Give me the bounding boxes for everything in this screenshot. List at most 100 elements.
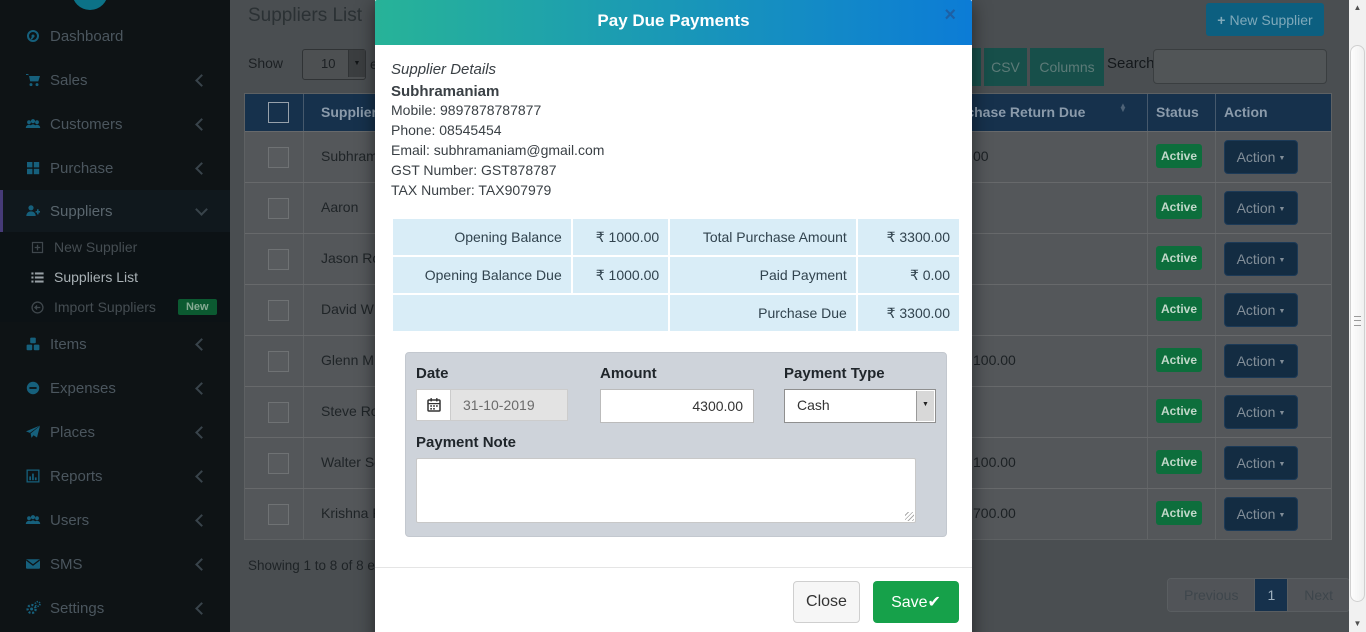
caret-down-icon: ▼ <box>1278 257 1285 264</box>
sidebar-nav: DashboardSalesCustomersPurchase Suppliers… <box>0 14 230 630</box>
list-icon <box>30 270 45 285</box>
row-checkbox[interactable] <box>268 198 289 219</box>
purchase-return-due-cell: 100.00 <box>973 454 1016 470</box>
scrollbar-grip-icon <box>1354 316 1361 326</box>
search-input[interactable] <box>1153 49 1327 84</box>
sidebar-item-new-supplier[interactable]: New Supplier <box>0 232 230 262</box>
balance-empty-cell <box>393 295 668 331</box>
row-checkbox[interactable] <box>268 504 289 525</box>
pagination-next[interactable]: Next <box>1287 579 1349 611</box>
plus-square-icon <box>30 240 45 255</box>
items-icon <box>25 336 41 352</box>
supplier-detail-line: Phone: 08545454 <box>391 120 957 140</box>
paper-plane-icon <box>25 424 41 440</box>
sidebar-item-label: Reports <box>50 468 103 485</box>
action-dropdown-button[interactable]: Action▼ <box>1224 242 1298 276</box>
action-dropdown-button[interactable]: Action▼ <box>1224 344 1298 378</box>
action-dropdown-button[interactable]: Action▼ <box>1224 191 1298 225</box>
sidebar-item-customers[interactable]: Customers <box>0 102 230 146</box>
sidebar-item-label: Suppliers <box>50 203 113 220</box>
calendar-icon[interactable] <box>416 389 450 421</box>
pagination-previous[interactable]: Previous <box>1168 579 1254 611</box>
pagination: Previous 1 Next <box>1167 578 1350 612</box>
suppliers-submenu: New SupplierSuppliers ListImport Supplie… <box>0 232 230 322</box>
purchase-icon <box>25 160 41 176</box>
payment-note-textarea[interactable] <box>416 458 916 523</box>
row-checkbox[interactable] <box>268 147 289 168</box>
scroll-up-icon[interactable]: ▲ <box>1349 0 1366 16</box>
save-button[interactable]: Save✔ <box>873 581 959 623</box>
payment-form-panel: Date 31-10-2019 Amount Payment T <box>405 352 947 537</box>
action-dropdown-button[interactable]: Action▼ <box>1224 395 1298 429</box>
payment-type-value: Cash <box>797 397 830 413</box>
chevron-left-icon <box>195 118 208 131</box>
action-dropdown-button[interactable]: Action▼ <box>1224 497 1298 531</box>
date-field[interactable]: 31-10-2019 <box>450 389 568 421</box>
chevron-left-icon <box>195 338 208 351</box>
search-label: Search: <box>1107 55 1159 72</box>
new-supplier-button[interactable]: +New Supplier <box>1206 3 1324 36</box>
sidebar-item-label: New Supplier <box>54 239 137 255</box>
page-scrollbar[interactable]: ▲ ▼ <box>1349 0 1366 632</box>
payment-type-select[interactable]: Cash ▼ <box>784 389 936 423</box>
sidebar-item-users[interactable]: Users <box>0 498 230 542</box>
status-badge: Active <box>1156 399 1202 423</box>
row-checkbox[interactable] <box>268 402 289 423</box>
action-dropdown-button[interactable]: Action▼ <box>1224 446 1298 480</box>
status-badge: Active <box>1156 297 1202 321</box>
amount-field[interactable] <box>600 389 754 423</box>
supplier-detail-line: TAX Number: TAX907979 <box>391 180 957 200</box>
app-root: DashboardSalesCustomersPurchase Suppliers… <box>0 0 1366 632</box>
import-icon <box>30 300 45 315</box>
sidebar-item-sms[interactable]: SMS <box>0 542 230 586</box>
row-checkbox[interactable] <box>268 300 289 321</box>
opening-balance-value: ₹ 1000.00 <box>573 219 668 255</box>
close-button[interactable]: Close <box>793 581 860 623</box>
total-purchase-label: Total Purchase Amount <box>670 219 856 255</box>
status-badge: Active <box>1156 348 1202 372</box>
users-icon <box>25 512 41 528</box>
sidebar-item-sales[interactable]: Sales <box>0 58 230 102</box>
pagination-page-1[interactable]: 1 <box>1254 579 1287 611</box>
columns-button[interactable]: Columns <box>1030 48 1104 86</box>
balance-table: Opening Balance ₹ 1000.00 Total Purchase… <box>391 217 961 333</box>
action-dropdown-button[interactable]: Action▼ <box>1224 140 1298 174</box>
sidebar-item-import-suppliers[interactable]: Import SuppliersNew <box>0 292 230 322</box>
sidebar-item-suppliers[interactable]: Suppliers <box>0 190 230 232</box>
col-status[interactable]: Status <box>1156 104 1199 120</box>
sidebar-item-expenses[interactable]: Expenses <box>0 366 230 410</box>
action-dropdown-button[interactable]: Action▼ <box>1224 293 1298 327</box>
sidebar-item-reports[interactable]: Reports <box>0 454 230 498</box>
resize-grip-icon[interactable] <box>905 512 914 521</box>
sidebar-item-places[interactable]: Places <box>0 410 230 454</box>
row-checkbox[interactable] <box>268 453 289 474</box>
supplier-detail-lines: Mobile: 9897878787877Phone: 08545454Emai… <box>391 100 957 200</box>
page-size-value: 10 <box>321 56 335 71</box>
purchase-return-due-cell: 00 <box>973 148 989 164</box>
sidebar-item-purchase[interactable]: Purchase <box>0 146 230 190</box>
status-badge: Active <box>1156 450 1202 474</box>
scroll-down-icon[interactable]: ▼ <box>1349 616 1366 632</box>
csv-export-button[interactable]: CSV <box>984 48 1027 86</box>
page-size-select[interactable]: 10 ▼ <box>302 49 366 80</box>
caret-down-icon: ▼ <box>1278 206 1285 213</box>
row-checkbox[interactable] <box>268 249 289 270</box>
sidebar-item-settings[interactable]: Settings <box>0 586 230 630</box>
sidebar-item-label: Import Suppliers <box>54 299 156 315</box>
modal-footer: Close Save✔ <box>375 567 972 623</box>
select-all-checkbox[interactable] <box>268 102 289 123</box>
purchase-return-due-cell: 700.00 <box>973 505 1016 521</box>
sidebar-item-suppliers-list[interactable]: Suppliers List <box>0 262 230 292</box>
scrollbar-thumb[interactable] <box>1350 45 1365 602</box>
row-checkbox[interactable] <box>268 351 289 372</box>
modal-header: Pay Due Payments × <box>375 0 972 45</box>
close-icon[interactable]: × <box>938 3 962 28</box>
sidebar-item-dashboard[interactable]: Dashboard <box>0 14 230 58</box>
sidebar-item-items[interactable]: Items <box>0 322 230 366</box>
app-logo <box>72 0 108 10</box>
sort-icon[interactable]: ▲▼ <box>1119 101 1127 115</box>
purchase-due-label: Purchase Due <box>670 295 856 331</box>
col-action[interactable]: Action <box>1224 104 1268 120</box>
chevron-left-icon <box>195 74 208 87</box>
caret-down-icon: ▼ <box>1278 461 1285 468</box>
